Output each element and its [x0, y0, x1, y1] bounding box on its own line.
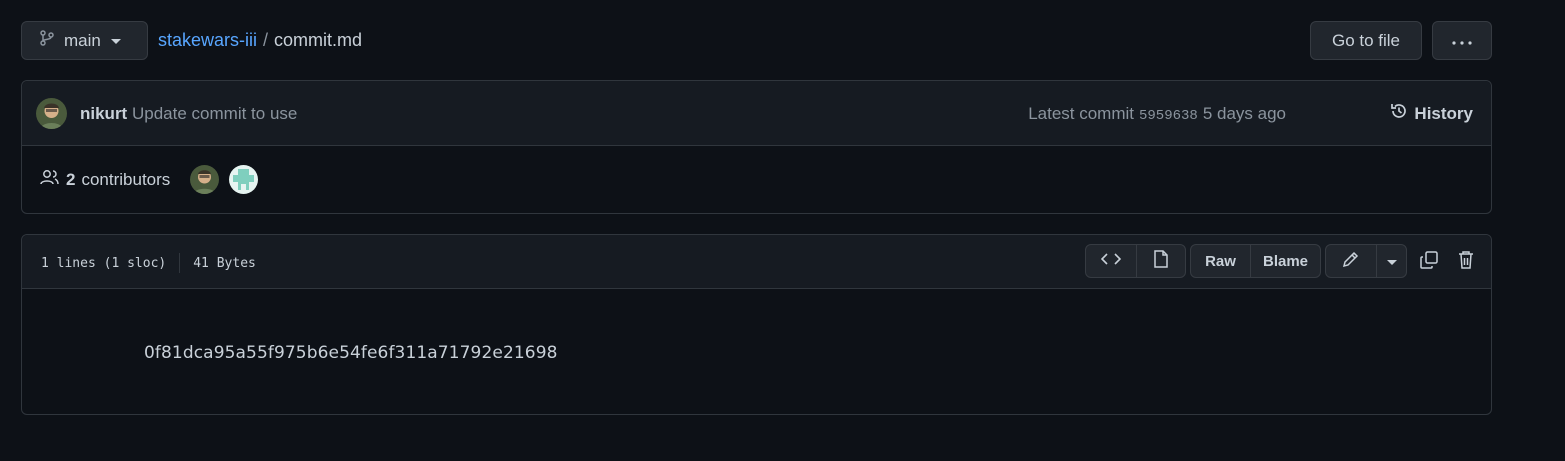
- file-viewer: 1 lines (1 sloc) 41 Bytes Raw Blame 0f81…: [21, 234, 1492, 415]
- code-icon: [1100, 252, 1122, 270]
- contributor-avatar[interactable]: [190, 165, 219, 194]
- chevron-down-icon: [1386, 253, 1397, 270]
- contributors-label: contributors: [81, 169, 171, 189]
- breadcrumb: stakewars-iii / commit.md: [158, 30, 362, 51]
- file-header: 1 lines (1 sloc) 41 Bytes Raw Blame: [22, 235, 1491, 289]
- commit-message[interactable]: Update commit to use: [132, 104, 297, 124]
- copy-button[interactable]: [1417, 249, 1441, 273]
- commit-sha-link[interactable]: 5959638: [1139, 108, 1198, 124]
- file-icon: [1154, 250, 1168, 272]
- blame-button[interactable]: Blame: [1250, 245, 1320, 277]
- commit-age: 5 days ago: [1202, 104, 1286, 123]
- people-icon: [40, 169, 60, 190]
- latest-commit-info: Latest commit 5959638 5 days ago: [1028, 104, 1286, 124]
- branch-select-button[interactable]: main: [21, 21, 148, 60]
- branch-label: main: [64, 30, 101, 50]
- breadcrumb-file-name: commit.md: [274, 30, 363, 50]
- branch-icon: [40, 30, 54, 51]
- raw-button[interactable]: Raw: [1191, 245, 1250, 277]
- contributors-count: 2: [66, 169, 76, 189]
- edit-group: [1325, 244, 1407, 278]
- copy-icon: [1419, 250, 1439, 273]
- raw-blame-group: Raw Blame: [1190, 244, 1321, 278]
- file-content-line: 0f81dca95a55f975b6e54fe6f311a71792e21698: [144, 343, 558, 363]
- history-icon: [1390, 102, 1408, 125]
- history-link[interactable]: History: [1390, 102, 1473, 125]
- chevron-down-icon: [110, 32, 121, 50]
- view-mode-toggle: [1085, 244, 1186, 278]
- commit-info-box: nikurt Update commit to use Latest commi…: [21, 80, 1492, 214]
- delete-button[interactable]: [1454, 249, 1478, 273]
- edit-button[interactable]: [1326, 245, 1376, 277]
- history-label: History: [1414, 103, 1473, 123]
- go-to-file-button[interactable]: Go to file: [1310, 21, 1422, 60]
- contributors-link[interactable]: 2 contributors: [40, 169, 170, 190]
- latest-commit-label: Latest commit: [1028, 104, 1134, 123]
- contributor-avatar[interactable]: [229, 165, 258, 194]
- pencil-icon: [1342, 250, 1360, 272]
- kebab-horizontal-icon: [1452, 32, 1472, 50]
- commit-author[interactable]: nikurt: [80, 104, 127, 124]
- file-view-button[interactable]: [1136, 245, 1185, 277]
- file-info: 1 lines (1 sloc) 41 Bytes: [41, 253, 256, 273]
- latest-commit-bar: nikurt Update commit to use Latest commi…: [22, 81, 1491, 146]
- divider: [179, 253, 181, 273]
- code-view-button[interactable]: [1086, 245, 1136, 277]
- edit-dropdown-button[interactable]: [1376, 245, 1406, 277]
- author-avatar[interactable]: [36, 98, 67, 129]
- more-options-button[interactable]: [1432, 21, 1492, 60]
- breadcrumb-repo-link[interactable]: stakewars-iii: [158, 30, 257, 51]
- file-line-count: 1 lines (1 sloc): [41, 255, 167, 271]
- breadcrumb-separator: /: [263, 30, 269, 50]
- trash-icon: [1458, 250, 1474, 273]
- file-size: 41 Bytes: [193, 255, 256, 271]
